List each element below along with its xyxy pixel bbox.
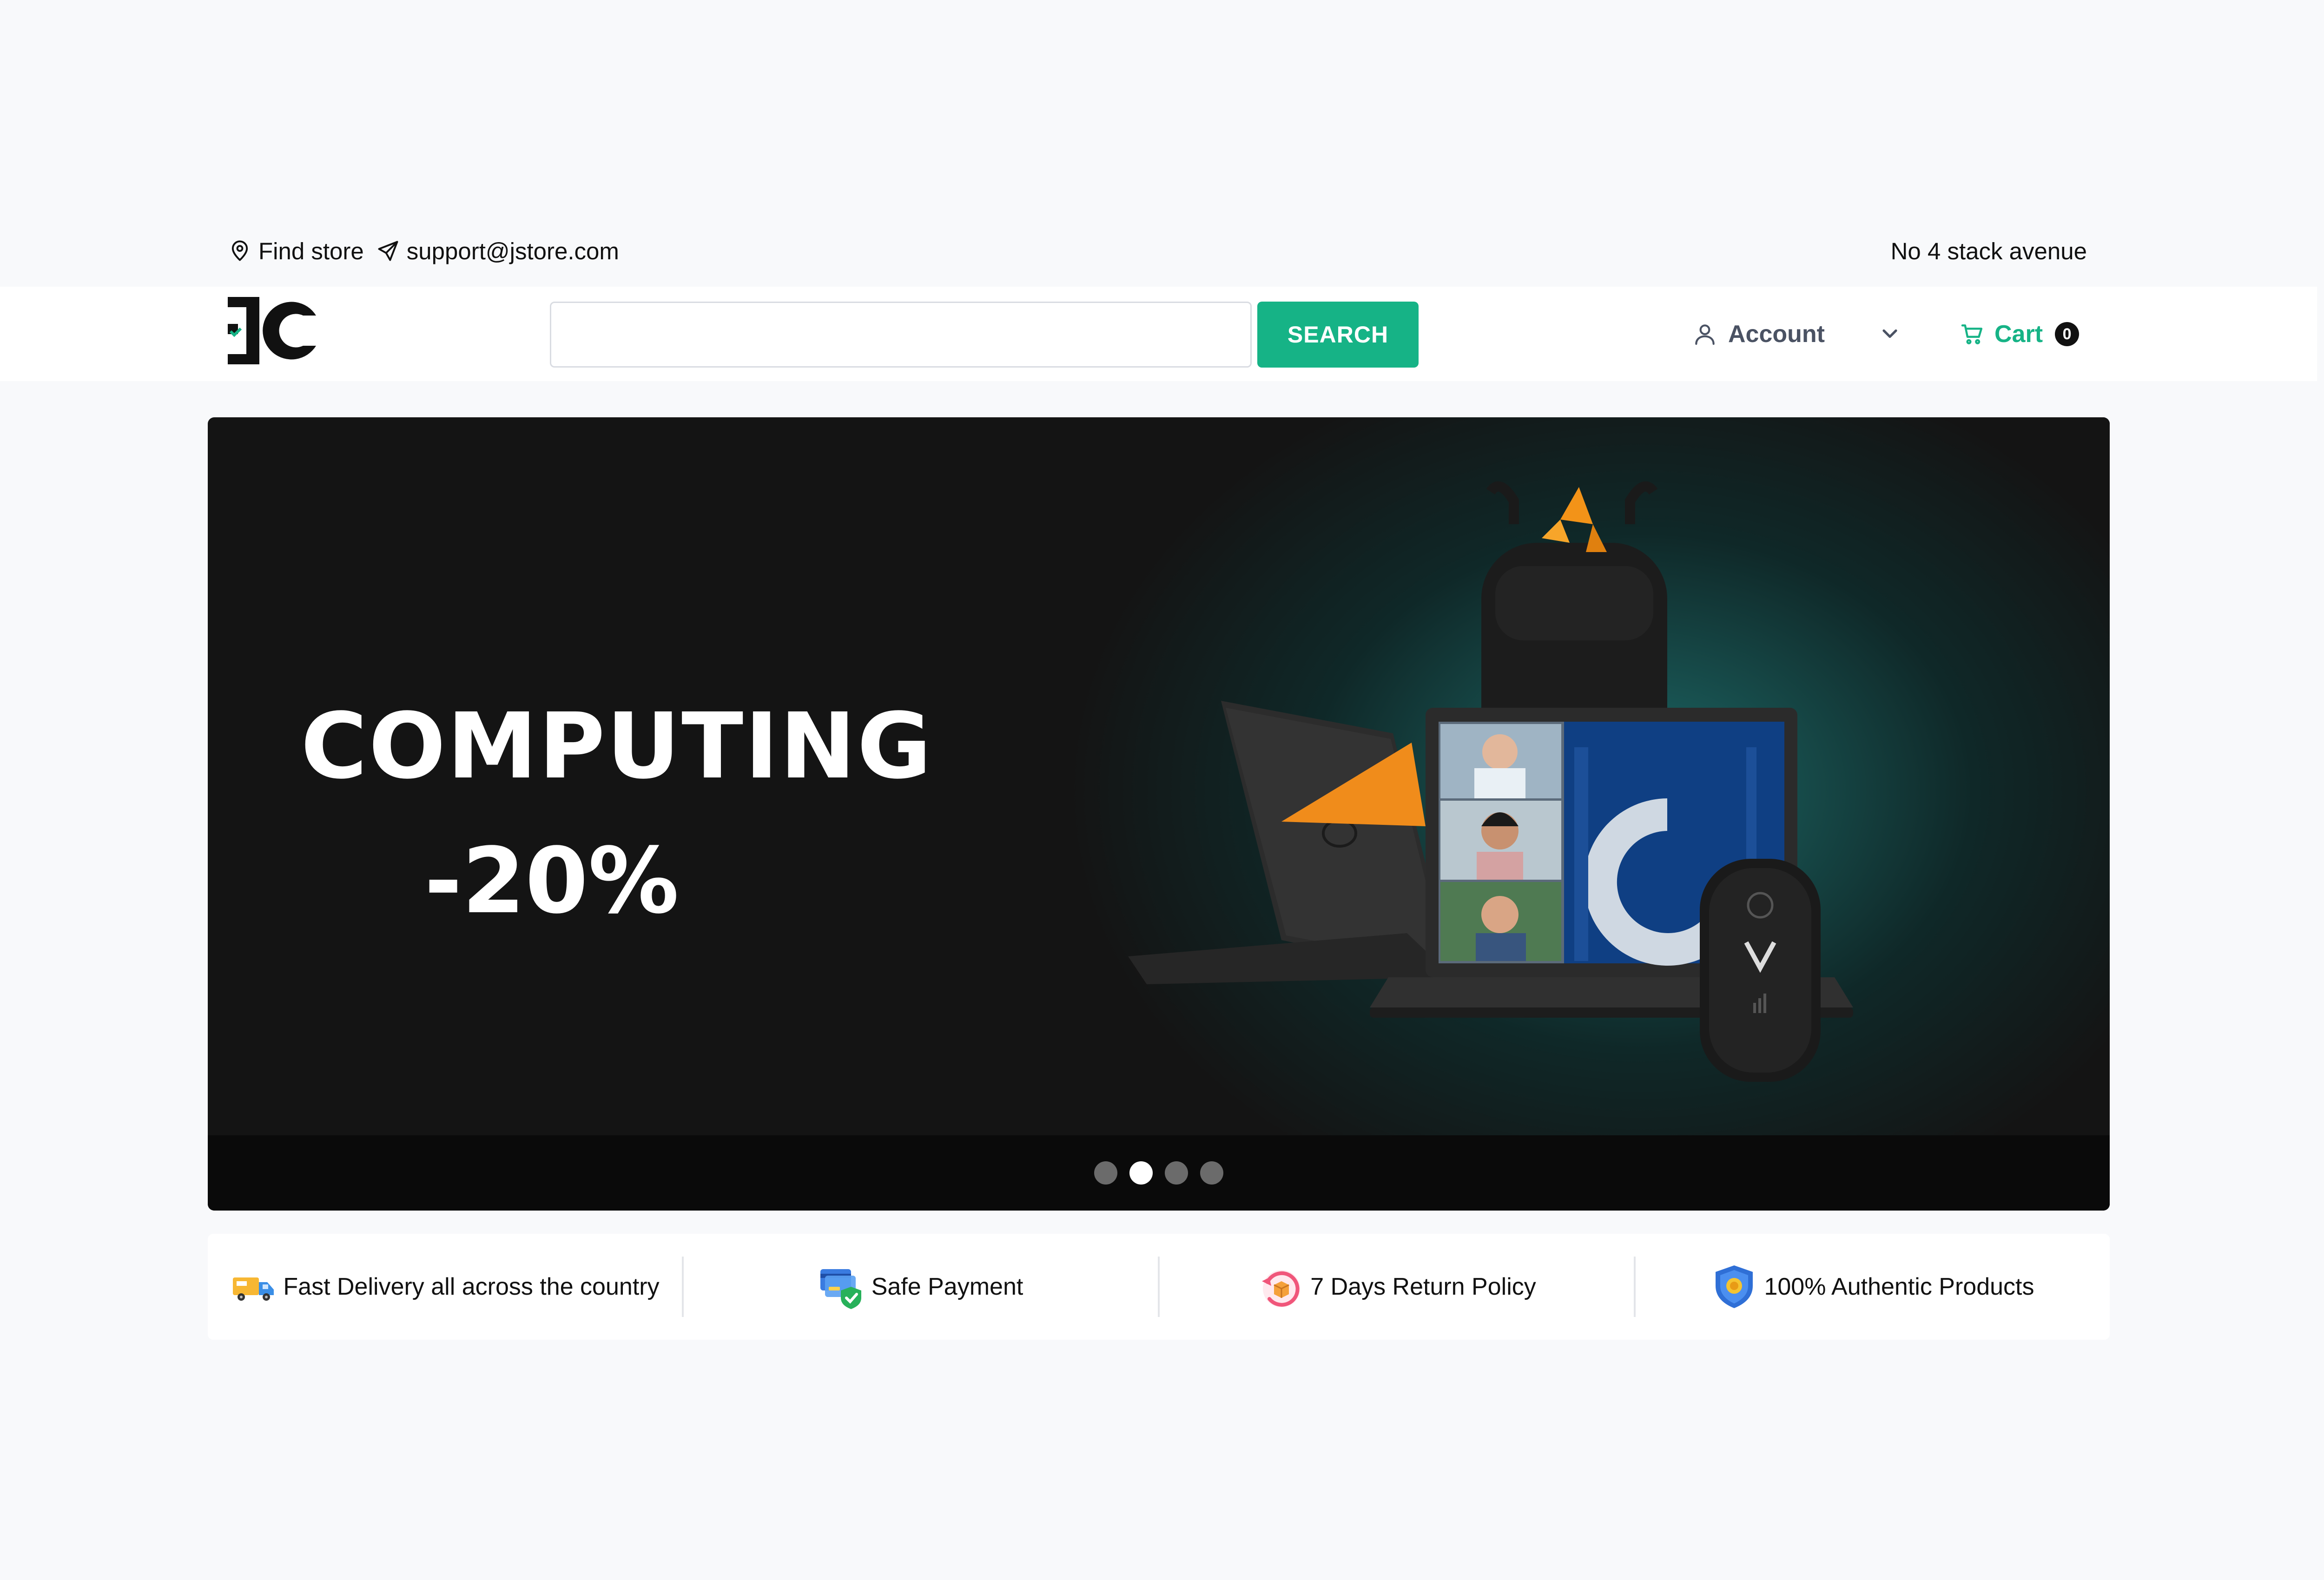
hero-carousel[interactable]: COMPUTING -20%: [208, 417, 2110, 1211]
account-label: Account: [1728, 321, 1825, 348]
feature-label: 100% Authentic Products: [1764, 1273, 2034, 1300]
search-input[interactable]: [550, 302, 1252, 368]
store-address: No 4 stack avenue: [1890, 237, 2087, 264]
support-email-label: support@jstore.com: [406, 237, 619, 264]
delivery-truck-icon: [233, 1277, 274, 1301]
find-store-label: Find store: [258, 237, 364, 264]
side-laptop-illustration: [1128, 701, 1453, 991]
router-illustration: [1700, 859, 1821, 1082]
hero-discount: -20%: [424, 828, 679, 934]
search-button[interactable]: SEARCH: [1257, 302, 1419, 368]
user-icon: [1695, 324, 1715, 345]
site-header: SEARCH Account Cart 0: [0, 287, 2317, 381]
feature-fast-delivery: Fast Delivery all across the country: [208, 1257, 682, 1317]
carousel-indicators: [208, 1135, 2110, 1211]
computing-products-image: [1128, 481, 1853, 1082]
shopping-cart-icon: [1961, 324, 1983, 344]
authentic-shield-icon: [1716, 1265, 1753, 1308]
topbar-links: Find store support@jstore.com: [228, 237, 631, 265]
feature-label: Safe Payment: [871, 1273, 1023, 1300]
cart-button[interactable]: Cart 0: [1959, 315, 2080, 354]
store-logo[interactable]: [228, 297, 316, 364]
find-store-link[interactable]: Find store: [228, 237, 364, 265]
support-email-link[interactable]: support@jstore.com: [376, 237, 619, 265]
feature-authentic-products: 100% Authentic Products: [1634, 1257, 2110, 1317]
hero-text: COMPUTING -20%: [301, 693, 933, 926]
carousel-dot[interactable]: [1094, 1161, 1117, 1185]
feature-return-policy: 7 Days Return Policy: [1158, 1257, 1634, 1317]
features-strip: Fast Delivery all across the country Saf…: [208, 1234, 2110, 1340]
carousel-dot-active[interactable]: [1129, 1161, 1153, 1185]
carousel-dot[interactable]: [1200, 1161, 1223, 1185]
hero-heading: COMPUTING: [301, 693, 933, 799]
account-menu[interactable]: Account: [1692, 315, 1825, 354]
top-utility-bar: Find store support@jstore.com No 4 stack…: [228, 232, 2087, 270]
safe-payment-icon: [820, 1269, 861, 1309]
send-icon: [378, 241, 398, 261]
map-pin-icon: [231, 240, 248, 261]
feature-label: Fast Delivery all across the country: [283, 1273, 660, 1300]
carousel-dot[interactable]: [1165, 1161, 1188, 1185]
cart-count-badge: 0: [2055, 322, 2080, 346]
feature-label: 7 Days Return Policy: [1310, 1273, 1536, 1300]
cart-label: Cart: [1994, 321, 2043, 348]
chevron-down-icon[interactable]: [1878, 322, 1902, 346]
return-policy-icon: [1262, 1270, 1301, 1307]
feature-safe-payment: Safe Payment: [682, 1257, 1158, 1317]
